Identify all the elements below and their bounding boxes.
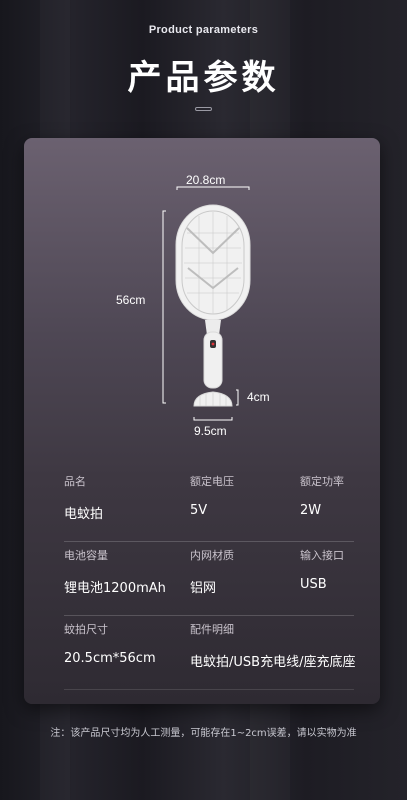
spec-table: 品名 电蚊拍 额定电压 5V 额定功率 2W 电池容量 锂电池1200mAh 内… <box>64 468 355 690</box>
spec-cell: 配件明细 电蚊拍/USB充电线/座充底座 <box>190 616 355 670</box>
spec-value: USB <box>300 577 327 592</box>
dim-width: 20.8cm <box>186 173 226 187</box>
spec-row: 品名 电蚊拍 额定电压 5V 额定功率 2W <box>64 468 354 542</box>
spec-row: 电池容量 锂电池1200mAh 内网材质 铝网 输入接口 USB <box>64 542 354 616</box>
spec-cell: 电池容量 锂电池1200mAh <box>64 542 166 596</box>
spec-label: 输入接口 <box>300 549 344 562</box>
spec-cell: 额定功率 2W <box>300 468 344 518</box>
spec-cell: 蚊拍尺寸 20.5cm*56cm <box>64 616 156 666</box>
spec-label: 电池容量 <box>64 549 108 562</box>
disclaimer-note: 注：该产品尺寸均为人工测量，可能存在1~2cm误差，请以实物为准 <box>50 728 357 739</box>
spec-value: 电蚊拍/USB充电线/座充底座 <box>190 655 356 670</box>
spec-cell: 品名 电蚊拍 <box>64 468 103 522</box>
page-title: 产品参数 <box>127 58 280 98</box>
dim-height: 56cm <box>116 293 146 307</box>
spec-label: 配件明细 <box>190 623 234 636</box>
spec-value: 20.5cm*56cm <box>64 651 156 666</box>
title-underline <box>195 107 212 111</box>
spec-label: 额定电压 <box>190 475 234 488</box>
dim-base-width: 9.5cm <box>194 424 227 438</box>
spec-value: 5V <box>190 503 208 518</box>
spec-value: 铝网 <box>190 581 217 596</box>
product-diagram: 20.8cm 56cm 4cm 9.5cm <box>24 138 380 448</box>
spec-row: 蚊拍尺寸 20.5cm*56cm 配件明细 电蚊拍/USB充电线/座充底座 <box>64 616 355 690</box>
spec-label: 蚊拍尺寸 <box>64 623 108 636</box>
spec-label: 品名 <box>64 475 86 488</box>
spec-value: 2W <box>300 503 322 518</box>
spec-label: 内网材质 <box>190 549 234 562</box>
spec-label: 额定功率 <box>300 475 344 488</box>
dim-base-height: 4cm <box>247 390 270 404</box>
header-subtitle: Product parameters <box>148 24 259 36</box>
spec-card: 20.8cm 56cm 4cm 9.5cm 品名 电蚊拍 额定电压 5V 额定功… <box>24 138 380 704</box>
spec-cell: 输入接口 USB <box>300 542 344 592</box>
spec-value: 锂电池1200mAh <box>64 581 166 596</box>
spec-cell: 内网材质 铝网 <box>190 542 234 596</box>
spec-value: 电蚊拍 <box>64 507 104 522</box>
spec-cell: 额定电压 5V <box>190 468 234 518</box>
